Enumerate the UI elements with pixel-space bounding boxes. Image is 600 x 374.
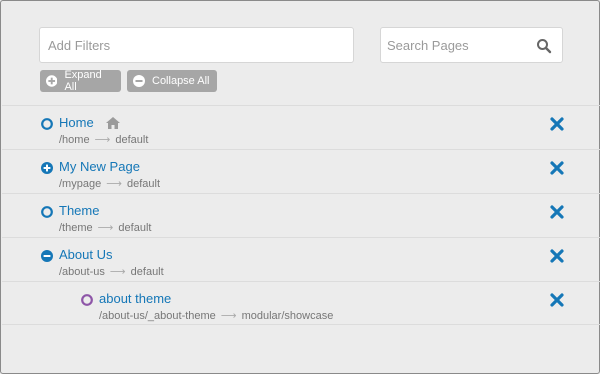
page-row-about-theme: about theme /about-us/_about-theme ⟶ modul… (2, 281, 600, 325)
add-filters-input[interactable] (39, 27, 354, 63)
open-circle-icon[interactable] (81, 294, 93, 306)
expand-all-button[interactable]: Expand All (40, 69, 121, 93)
search-pages-box (380, 27, 563, 63)
delete-icon[interactable] (550, 249, 564, 263)
page-route: /theme ⟶ default (59, 221, 151, 234)
page-title-mypage[interactable]: My New Page (59, 159, 140, 174)
route-template: default (118, 222, 152, 234)
page-row-mypage: My New Page /mypage ⟶ default (2, 149, 600, 193)
page-manager-panel: Expand All Collapse All Home /home ⟶ defau… (0, 0, 600, 374)
delete-icon[interactable] (550, 117, 564, 131)
page-title-home[interactable]: Home (59, 115, 94, 130)
delete-icon[interactable] (550, 205, 564, 219)
home-icon (106, 117, 120, 129)
page-route: /mypage ⟶ default (59, 177, 160, 190)
plus-circle-icon (46, 75, 58, 87)
open-circle-icon[interactable] (41, 118, 53, 130)
arrow-icon: ⟶ (109, 266, 126, 278)
route-template: default (115, 134, 149, 146)
page-route: /home ⟶ default (59, 133, 148, 146)
expand-all-label: Expand All (64, 69, 102, 93)
open-circle-icon[interactable] (41, 206, 53, 218)
route-path: /mypage (59, 178, 102, 190)
arrow-icon: ⟶ (97, 222, 114, 234)
arrow-icon: ⟶ (220, 310, 237, 322)
page-route: /about-us ⟶ default (59, 265, 164, 278)
page-route: /about-us/_about-theme ⟶ modular/showcase (99, 309, 333, 322)
arrow-icon: ⟶ (94, 134, 111, 146)
delete-icon[interactable] (550, 161, 564, 175)
page-row-theme: Theme /theme ⟶ default (2, 193, 600, 237)
plus-circle-icon[interactable] (41, 162, 53, 174)
page-title-theme[interactable]: Theme (59, 203, 99, 218)
search-icon[interactable] (536, 38, 552, 54)
route-path: /about-us/_about-theme (99, 310, 216, 322)
page-list: Home /home ⟶ default My New Page /mypage ⟶ d… (2, 105, 600, 325)
page-row-home: Home /home ⟶ default (2, 105, 600, 149)
minus-circle-icon (133, 75, 145, 87)
page-title-about-theme[interactable]: about theme (99, 291, 171, 306)
arrow-icon: ⟶ (106, 178, 122, 190)
minus-circle-icon[interactable] (41, 250, 53, 262)
route-path: /about-us (59, 266, 105, 278)
page-row-about-us: About Us /about-us ⟶ default (2, 237, 600, 281)
route-template: default (130, 266, 164, 278)
route-template: modular/showcase (241, 310, 334, 322)
route-template: default (126, 178, 161, 190)
collapse-all-button[interactable]: Collapse All (127, 70, 217, 92)
delete-icon[interactable] (550, 293, 564, 307)
search-pages-input[interactable] (381, 28, 531, 62)
page-title-about-us[interactable]: About Us (59, 247, 112, 262)
route-path: /home (59, 134, 90, 146)
collapse-all-label: Collapse All (152, 75, 210, 87)
route-path: /theme (59, 222, 93, 234)
